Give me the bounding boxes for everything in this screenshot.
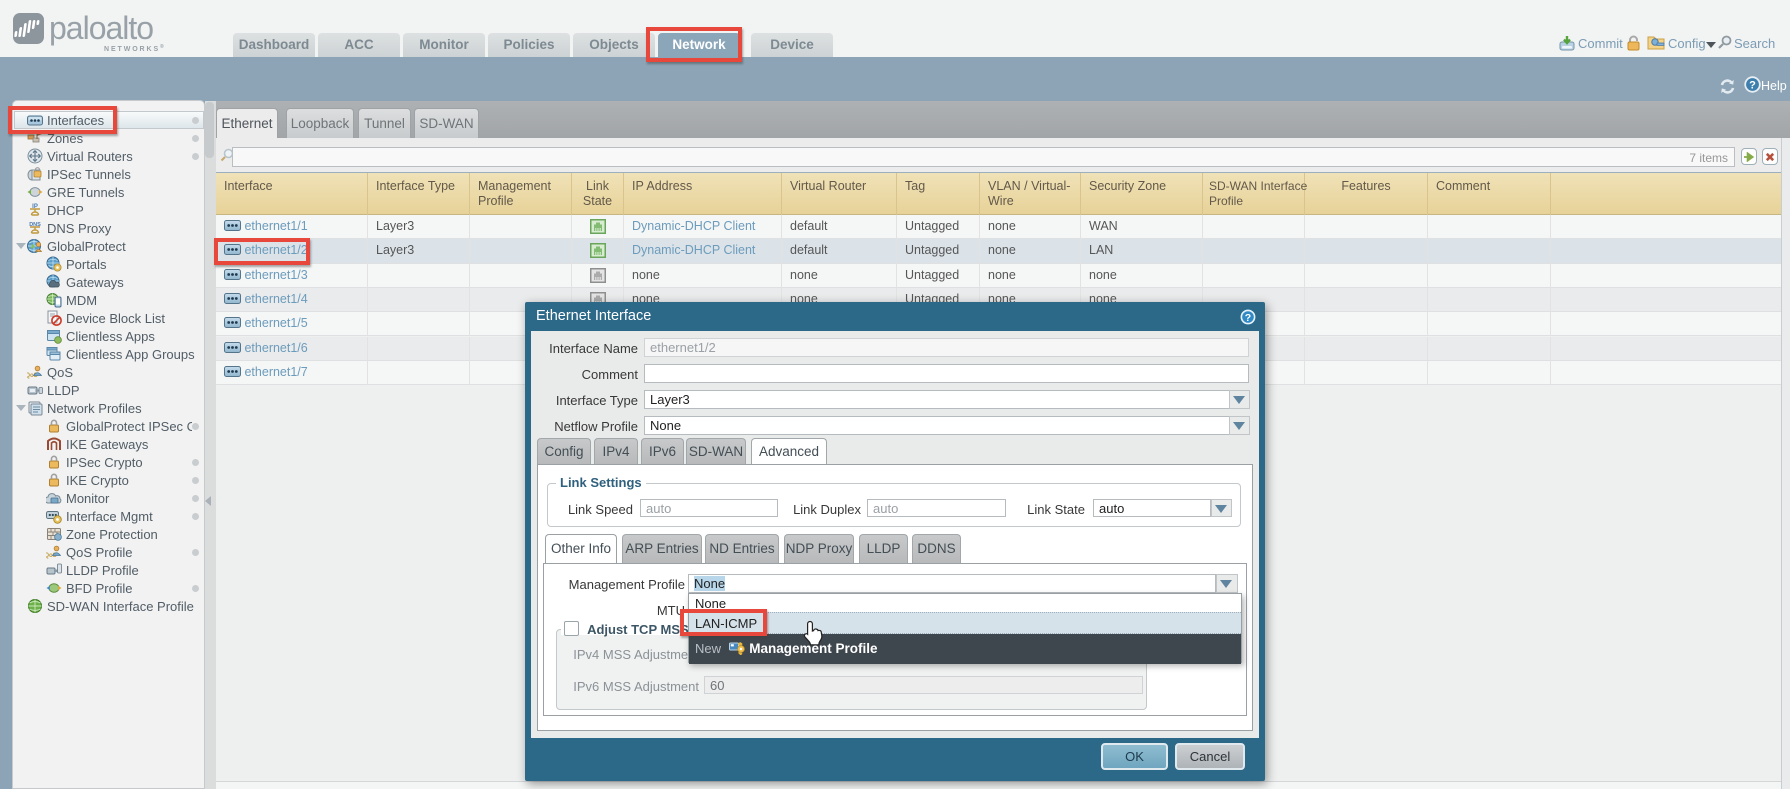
svg-text:?: ? [1245, 312, 1251, 324]
svg-text:?: ? [1749, 80, 1756, 92]
